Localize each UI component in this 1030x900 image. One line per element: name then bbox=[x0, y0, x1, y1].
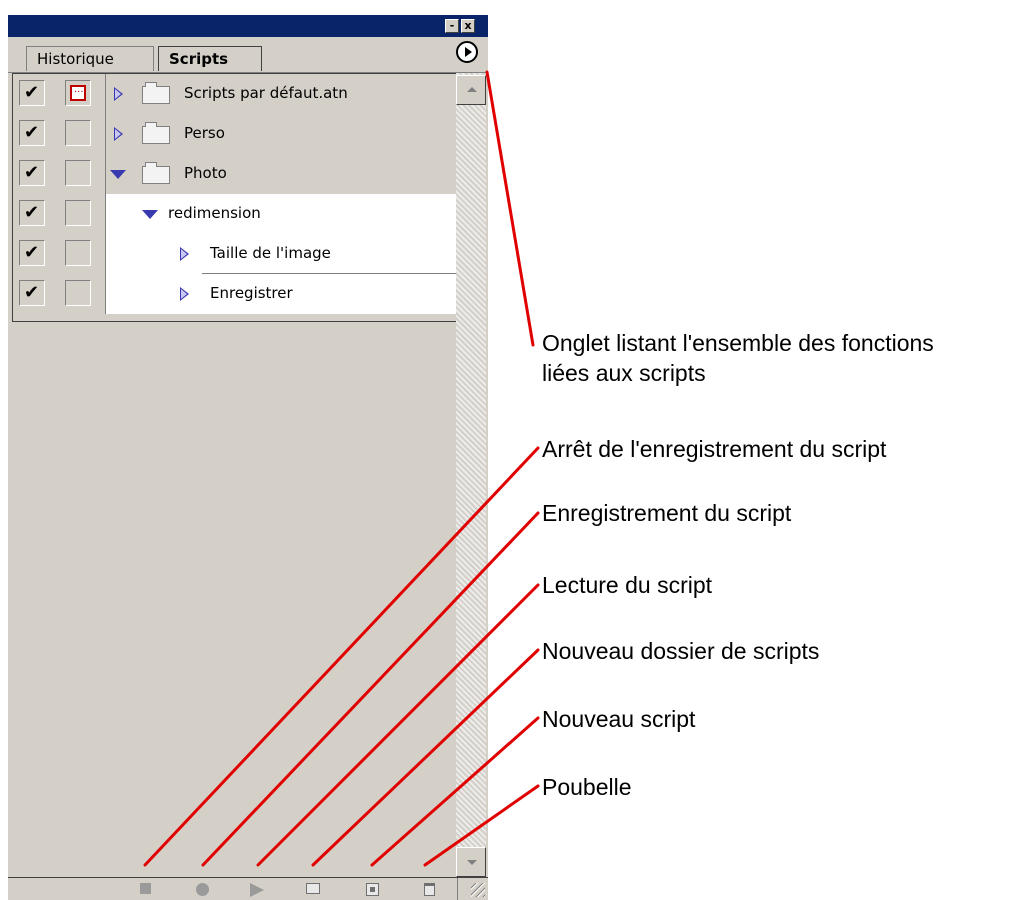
annotation-new-folder: Nouveau dossier de scripts bbox=[542, 638, 820, 664]
annotation-play: Lecture du script bbox=[542, 572, 713, 598]
leader-line-stop bbox=[143, 446, 540, 867]
leader-line-play bbox=[256, 583, 540, 867]
leader-line-menu bbox=[485, 70, 535, 347]
annotation-record: Enregistrement du script bbox=[542, 500, 792, 526]
annotation-menu-tab-line2: liées aux scripts bbox=[542, 360, 706, 386]
annotation-menu-tab-line1: Onglet listant l'ensemble des fonctions bbox=[542, 330, 934, 356]
annotation-new-script: Nouveau script bbox=[542, 706, 696, 732]
annotation-trash: Poubelle bbox=[542, 774, 632, 800]
leader-line-trash bbox=[423, 784, 540, 867]
leader-line-new-folder bbox=[311, 648, 540, 867]
annotation-stop: Arrêt de l'enregistrement du script bbox=[542, 436, 887, 462]
leader-line-record bbox=[201, 511, 540, 867]
annotation-menu-tab: Onglet listant l'ensemble des fonctions … bbox=[542, 328, 934, 388]
